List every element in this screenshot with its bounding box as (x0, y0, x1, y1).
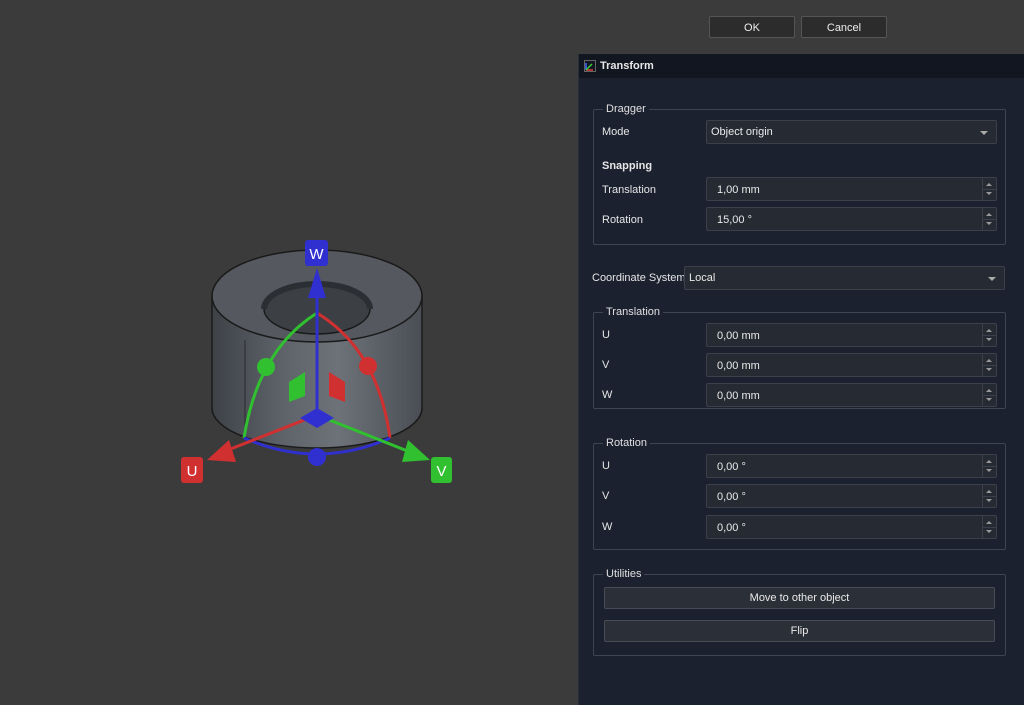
rotation-u-stepper[interactable] (982, 455, 996, 477)
translation-u-label: U (602, 329, 610, 341)
translation-w-field[interactable]: 0,00 mm (706, 383, 997, 407)
mode-select[interactable]: Object origin (706, 120, 997, 144)
snap-rotation-stepper[interactable] (982, 208, 996, 230)
mode-label: Mode (602, 126, 630, 138)
v-rotation-handle[interactable] (257, 358, 275, 376)
rotation-u-value: 0,00 ° (717, 461, 746, 473)
translation-u-value: 0,00 mm (717, 330, 760, 342)
rotation-v-field[interactable]: 0,00 ° (706, 484, 997, 508)
ok-button[interactable]: OK (709, 16, 795, 38)
w-axis-label: W (309, 246, 324, 263)
panel-title: Transform (600, 60, 654, 72)
translation-w-stepper[interactable] (982, 384, 996, 406)
v-axis-label: V (436, 463, 446, 480)
translation-w-value: 0,00 mm (717, 390, 760, 402)
coordinate-system-value: Local (689, 272, 716, 284)
rotation-w-stepper[interactable] (982, 516, 996, 538)
rotation-group: Rotation U 0,00 ° V 0,00 ° W 0,00 ° (593, 437, 1006, 550)
w-rotation-handle[interactable] (308, 448, 326, 466)
scene: W U V (181, 240, 452, 483)
mode-select-value: Object origin (711, 126, 773, 138)
snap-rotation-label: Rotation (602, 214, 643, 226)
u-arrow-head[interactable] (207, 440, 236, 462)
transform-icon (584, 60, 596, 72)
rotation-v-value: 0,00 ° (717, 491, 746, 503)
coordinate-system-label: Coordinate System (592, 272, 686, 284)
rotation-w-label: W (602, 521, 613, 533)
rotation-v-label: V (602, 490, 610, 502)
coordinate-system-select[interactable]: Local (684, 266, 1005, 290)
rotation-w-field[interactable]: 0,00 ° (706, 515, 997, 539)
snap-rotation-field[interactable]: 15,00 ° (706, 207, 997, 231)
flip-button[interactable]: Flip (604, 620, 995, 642)
snap-translation-stepper[interactable] (982, 178, 996, 200)
snap-translation-field[interactable]: 1,00 mm (706, 177, 997, 201)
chevron-down-icon (980, 131, 988, 135)
snapping-heading: Snapping (602, 160, 653, 172)
rotation-v-stepper[interactable] (982, 485, 996, 507)
translation-u-field[interactable]: 0,00 mm (706, 323, 997, 347)
cancel-button[interactable]: Cancel (801, 16, 887, 38)
dragger-legend: Dragger (603, 103, 649, 116)
snap-rotation-value: 15,00 ° (717, 214, 752, 226)
translation-v-stepper[interactable] (982, 354, 996, 376)
chevron-down-icon (988, 277, 996, 281)
snap-translation-value: 1,00 mm (717, 184, 760, 196)
translation-group: Translation U 0,00 mm V 0,00 mm W 0,00 m… (593, 306, 1006, 409)
rotation-u-label: U (602, 460, 610, 472)
translation-v-field[interactable]: 0,00 mm (706, 353, 997, 377)
translation-u-stepper[interactable] (982, 324, 996, 346)
translation-w-label: W (602, 389, 613, 401)
u-axis-label: U (187, 463, 198, 480)
snap-translation-label: Translation (602, 184, 657, 196)
transform-panel: Transform Dragger Mode Object origin Sna… (578, 54, 1024, 705)
translation-v-value: 0,00 mm (717, 360, 760, 372)
translation-v-label: V (602, 359, 610, 371)
u-rotation-handle[interactable] (359, 357, 377, 375)
panel-header: Transform (579, 54, 1024, 78)
dragger-group: Dragger Mode Object origin Snapping Tran… (593, 103, 1006, 245)
v-arrow-head[interactable] (402, 440, 430, 462)
rotation-u-field[interactable]: 0,00 ° (706, 454, 997, 478)
utilities-group: Utilities Move to other object Flip (593, 568, 1006, 656)
rotation-w-value: 0,00 ° (717, 522, 746, 534)
translation-legend: Translation (603, 306, 664, 319)
rotation-legend: Rotation (603, 437, 650, 450)
3d-viewport[interactable]: W U V (0, 0, 578, 705)
utilities-legend: Utilities (603, 568, 645, 581)
move-to-other-object-button[interactable]: Move to other object (604, 587, 995, 609)
